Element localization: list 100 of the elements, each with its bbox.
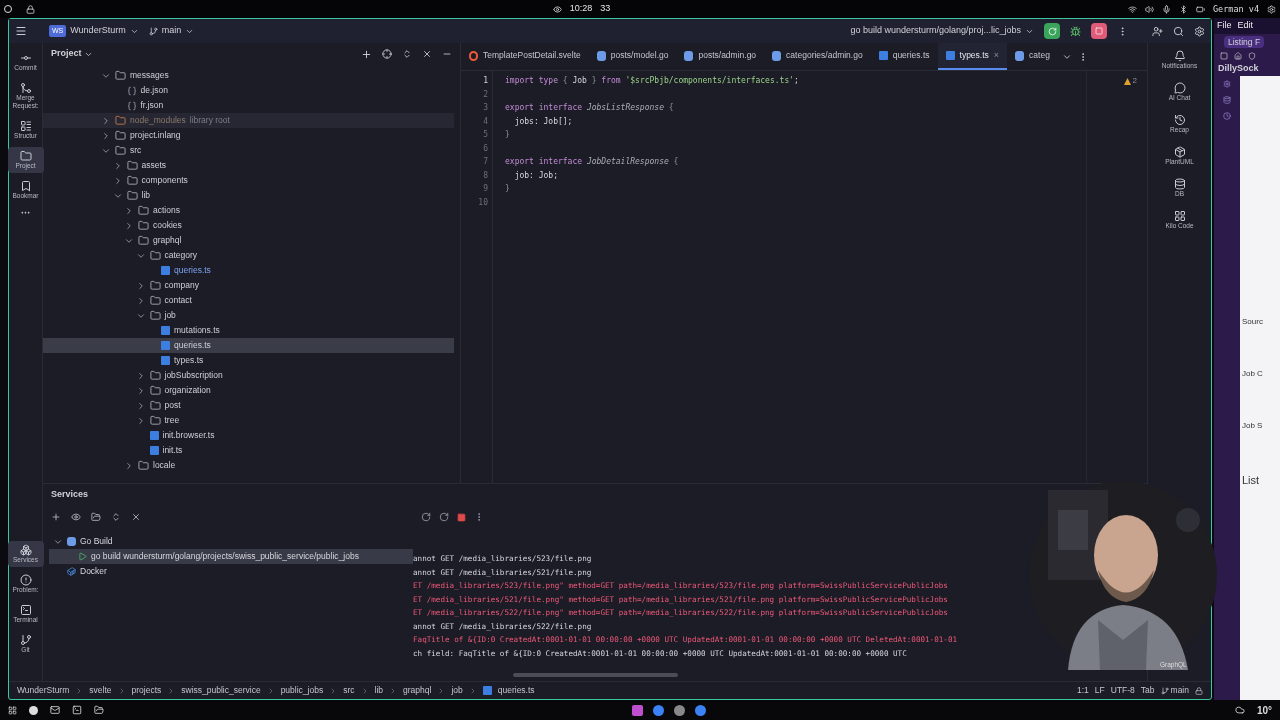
chevron-icon[interactable]	[101, 130, 111, 141]
menu-item[interactable]: Edit	[1237, 19, 1254, 33]
ide-app-icon[interactable]	[632, 704, 644, 716]
rerun-icon[interactable]	[421, 512, 431, 522]
panel-title[interactable]: Project	[51, 47, 82, 61]
view-icon[interactable]	[71, 512, 81, 522]
terminal-icon[interactable]	[72, 705, 82, 715]
tree-row[interactable]: lib	[43, 188, 454, 203]
breadcrumb[interactable]: WunderSturm	[17, 684, 70, 697]
breadcrumb[interactable]: projects	[131, 684, 162, 697]
tree-row[interactable]: messages	[43, 68, 454, 83]
chevron-icon[interactable]	[101, 115, 111, 126]
group-icon[interactable]	[91, 512, 101, 522]
editor-tab[interactable]: categ	[1007, 43, 1058, 70]
breadcrumb[interactable]: public_jobs	[280, 684, 324, 697]
editor-tab[interactable]: posts/model.go	[588, 43, 677, 70]
add-icon[interactable]	[51, 512, 61, 522]
app-icon[interactable]	[29, 705, 38, 715]
breadcrumb[interactable]: queries.ts	[497, 684, 535, 697]
warning-count[interactable]: 2	[1123, 75, 1137, 87]
breadcrumb[interactable]: svelte	[89, 684, 112, 697]
settings-icon[interactable]	[1223, 80, 1231, 88]
tree-row[interactable]: organization	[43, 383, 454, 398]
editor-tab[interactable]: types.ts ×	[937, 43, 1008, 70]
rerun-button[interactable]	[1044, 23, 1060, 39]
bug-icon[interactable]	[1070, 25, 1081, 37]
tree-row[interactable]: job	[43, 308, 454, 323]
tree-row[interactable]: contact	[43, 293, 454, 308]
expand-all-icon[interactable]	[111, 512, 121, 522]
browser-app-icon[interactable]	[695, 704, 707, 716]
breadcrumb[interactable]: lib	[374, 684, 384, 697]
indent-setting[interactable]: Tab	[1140, 684, 1155, 697]
editor-tab[interactable]: posts/admin.go	[676, 43, 765, 70]
git-branch[interactable]: main	[1170, 684, 1189, 697]
tree-row[interactable]: types.ts	[43, 353, 454, 368]
file-encoding[interactable]: UTF-8	[1110, 684, 1135, 697]
home-icon[interactable]	[1234, 52, 1242, 60]
browser-tab[interactable]: Listing F	[1224, 35, 1265, 49]
chevron-icon[interactable]	[124, 220, 134, 231]
shield-icon[interactable]	[1248, 52, 1256, 60]
search-icon[interactable]	[1173, 25, 1184, 37]
run-configuration[interactable]: go build wundersturm/golang/proj...lic_jobs	[850, 24, 1021, 38]
browser-app-icon[interactable]	[653, 704, 665, 716]
close-icon[interactable]	[422, 49, 432, 59]
keyboard-layout[interactable]: German v4	[1212, 2, 1259, 16]
add-user-icon[interactable]	[1152, 25, 1163, 37]
menu-icon[interactable]	[15, 25, 27, 37]
clock-icon[interactable]	[1223, 112, 1231, 120]
chevron-icon[interactable]	[124, 460, 134, 471]
tree-row[interactable]: company	[43, 278, 454, 293]
tree-row[interactable]: assets	[43, 158, 454, 173]
database-icon[interactable]	[1223, 96, 1231, 104]
breadcrumb[interactable]: src	[343, 684, 355, 697]
editor-tab[interactable]: categories/admin.go	[764, 43, 871, 70]
tree-row[interactable]: src	[43, 143, 454, 158]
add-icon[interactable]	[361, 48, 372, 60]
sidebar-icon[interactable]	[1220, 52, 1228, 60]
stop-icon[interactable]	[457, 512, 466, 522]
editor-tab[interactable]: queries.ts	[870, 43, 938, 70]
tree-row[interactable]: init.browser.ts	[43, 428, 454, 443]
tree-row[interactable]: post	[43, 398, 454, 413]
apps-icon[interactable]	[8, 705, 17, 715]
tree-row[interactable]: locale	[43, 458, 454, 473]
tree-row[interactable]: init.ts	[43, 443, 454, 458]
tree-row[interactable]: mutations.ts	[43, 323, 454, 338]
mail-icon[interactable]	[50, 705, 60, 715]
menu-item[interactable]: File	[1217, 19, 1232, 33]
service-row[interactable]: Go Build	[49, 534, 413, 549]
chevron-icon[interactable]	[124, 205, 134, 216]
breadcrumb[interactable]: swiss_public_service	[181, 684, 261, 697]
close-tab-icon[interactable]: ×	[993, 48, 1000, 63]
service-row[interactable]: go build wundersturm/golang/projects/swiss_public_service/public_jobs	[49, 549, 413, 564]
editor-tab[interactable]: TemplatePostDetail.svelte	[461, 43, 589, 70]
line-ending[interactable]: LF	[1094, 684, 1105, 697]
tree-row[interactable]: queries.ts	[43, 338, 454, 353]
tree-row[interactable]: project.inlang	[43, 128, 454, 143]
stop-button[interactable]	[1091, 23, 1107, 39]
tree-row[interactable]: cookies	[43, 218, 454, 233]
settings-icon[interactable]	[1194, 25, 1205, 37]
locate-icon[interactable]	[382, 49, 392, 59]
breadcrumb[interactable]: job	[451, 684, 463, 697]
tree-row[interactable]: de.json	[43, 83, 454, 98]
workspace-name[interactable]: WunderSturm	[70, 24, 126, 38]
tree-row[interactable]: fr.json	[43, 98, 454, 113]
lock-icon[interactable]	[1195, 686, 1203, 695]
expand-all-icon[interactable]	[402, 49, 412, 59]
tree-row[interactable]: jobSubscription	[43, 368, 454, 383]
tree-row[interactable]: components	[43, 173, 454, 188]
collapse-icon[interactable]	[131, 512, 141, 522]
tree-row[interactable]: queries.ts	[43, 263, 454, 278]
tree-row[interactable]: graphql	[43, 233, 454, 248]
service-row[interactable]: Docker	[49, 564, 413, 579]
restart-icon[interactable]	[439, 512, 449, 522]
branch-name[interactable]: main	[161, 24, 182, 38]
folder-icon[interactable]	[94, 705, 104, 715]
tree-row[interactable]: actions	[43, 203, 454, 218]
tree-row[interactable]: tree	[43, 413, 454, 428]
tree-row[interactable]: node_modules library root	[43, 113, 454, 128]
breadcrumb[interactable]: graphql	[403, 684, 432, 697]
tree-row[interactable]: category	[43, 248, 454, 263]
